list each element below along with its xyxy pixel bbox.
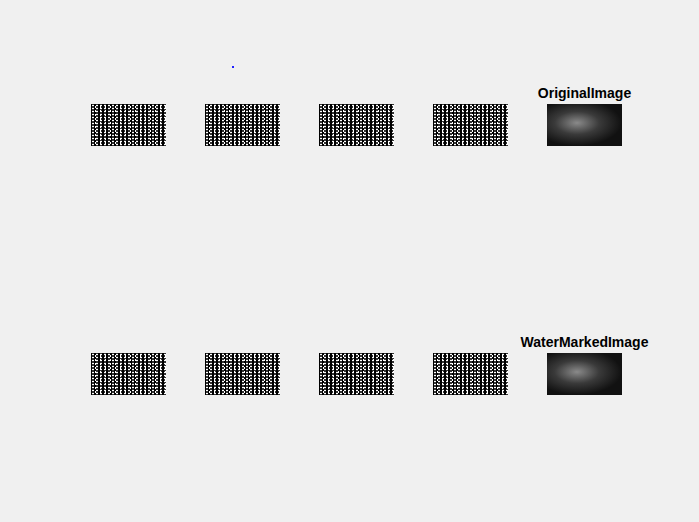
axes-title: WaterMarkedImage [521, 334, 649, 350]
bitplane-image [91, 104, 166, 146]
axes: OriginalImage [547, 85, 622, 146]
axes [91, 104, 166, 146]
axes [433, 353, 508, 395]
axes [319, 104, 394, 146]
axes-title: OriginalImage [538, 85, 631, 101]
photo-image [547, 353, 622, 395]
axes [91, 353, 166, 395]
bitplane-image [433, 353, 508, 395]
axes: WaterMarkedImage [547, 334, 622, 395]
bitplane-image [319, 104, 394, 146]
bitplane-image [205, 353, 280, 395]
bitplane-image [91, 353, 166, 395]
bitplane-image [433, 104, 508, 146]
bitplane-image [319, 353, 394, 395]
plot-point [232, 66, 234, 68]
figure-window: OriginalImage WaterMarkedImage [0, 0, 699, 522]
axes [433, 104, 508, 146]
axes [319, 353, 394, 395]
image-row: WaterMarkedImage [91, 334, 699, 395]
axes [205, 353, 280, 395]
bitplane-image [205, 104, 280, 146]
axes [205, 104, 280, 146]
image-row: OriginalImage [91, 85, 699, 146]
photo-image [547, 104, 622, 146]
